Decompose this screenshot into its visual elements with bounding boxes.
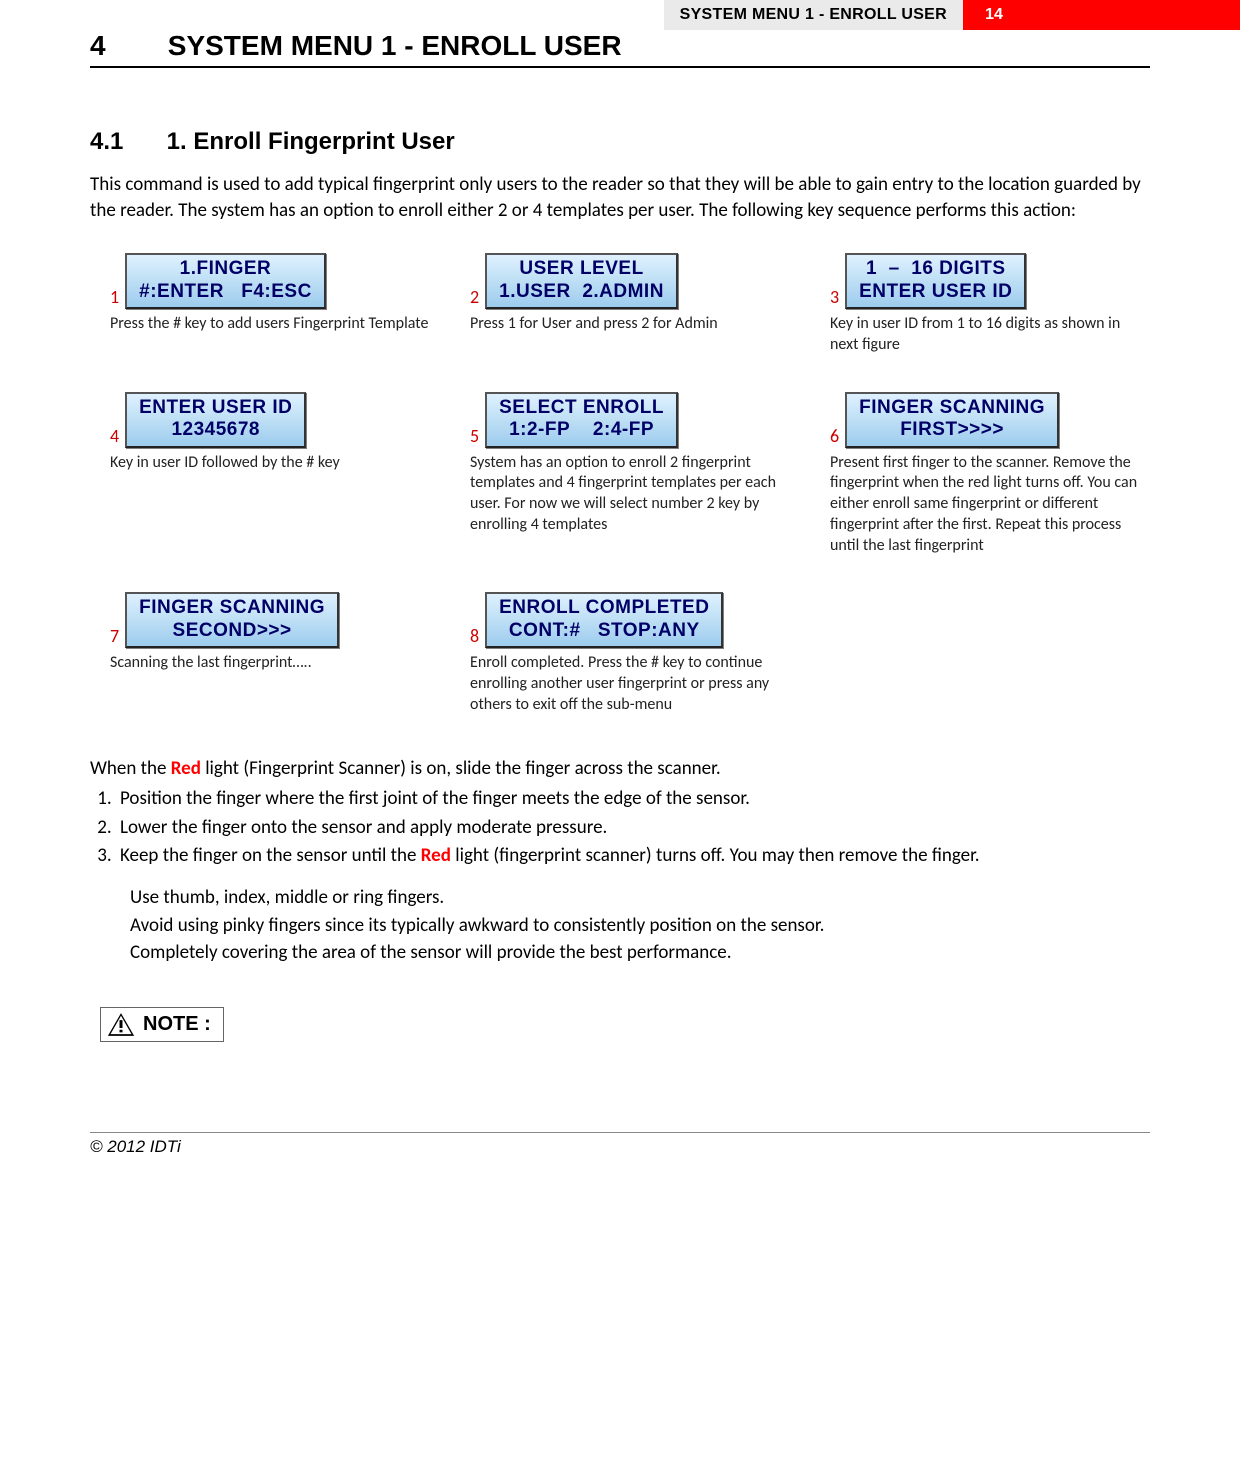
scanner-instructions: When the Red light (Fingerprint Scanner)… [90, 756, 1150, 967]
list-item: Position the finger where the first join… [116, 786, 1150, 813]
page-header: SYSTEM MENU 1 - ENROLL USER 14 [0, 0, 1240, 30]
step-number: 2 [470, 288, 479, 309]
text: Keep the finger on the sensor until the [120, 844, 421, 867]
step-caption: Press the # key to add users Fingerprint… [110, 314, 430, 335]
step-number: 4 [110, 427, 119, 448]
red-highlight: Red [421, 844, 451, 867]
step-2: 2 USER LEVEL 1.USER 2.ADMIN Press 1 for … [470, 253, 790, 355]
lcd-display: FINGER SCANNING FIRST>>>> [845, 392, 1059, 448]
lcd-display: 1.FINGER #:ENTER F4:ESC [125, 253, 326, 309]
tip-line: Completely covering the area of the sens… [130, 939, 1150, 967]
lcd-display: USER LEVEL 1.USER 2.ADMIN [485, 253, 678, 309]
step-number: 7 [110, 627, 119, 648]
chapter-number: 4 [90, 30, 160, 62]
step-7: 7 FINGER SCANNING SECOND>>> Scanning the… [110, 592, 430, 715]
intro-paragraph: This command is used to add typical fing… [90, 172, 1150, 223]
step-number: 5 [470, 427, 479, 448]
header-section-title: SYSTEM MENU 1 - ENROLL USER [664, 0, 963, 30]
header-spacer [0, 0, 664, 30]
numbered-list: Position the finger where the first join… [116, 786, 1150, 870]
page-footer: © 2012 IDTi [90, 1132, 1150, 1157]
text: light (fingerprint scanner) turns off. Y… [451, 844, 980, 867]
step-8: 8 ENROLL COMPLETED CONT:# STOP:ANY Enrol… [470, 592, 790, 715]
step-3: 3 1 – 16 DIGITS ENTER USER ID Key in use… [830, 253, 1150, 355]
section-number: 4.1 [90, 128, 160, 156]
note-box: NOTE : [100, 1007, 224, 1042]
step-number: 3 [830, 288, 839, 309]
note-label: NOTE : [143, 1013, 211, 1036]
step-caption: System has an option to enroll 2 fingerp… [470, 453, 790, 536]
step-6: 6 FINGER SCANNING FIRST>>>> Present firs… [830, 392, 1150, 557]
lcd-display: SELECT ENROLL 1:2-FP 2:4-FP [485, 392, 678, 448]
step-caption: Key in user ID followed by the # key [110, 453, 430, 474]
steps-grid: 1 1.FINGER #:ENTER F4:ESC Press the # ke… [110, 253, 1150, 715]
section-heading: 4.1 1. Enroll Fingerprint User [90, 128, 1150, 156]
text: When the [90, 757, 171, 780]
step-1: 1 1.FINGER #:ENTER F4:ESC Press the # ke… [110, 253, 430, 355]
step-caption: Scanning the last fingerprint….. [110, 653, 430, 674]
lcd-display: ENTER USER ID 12345678 [125, 392, 306, 448]
header-red-tail [1025, 0, 1240, 30]
lcd-display: 1 – 16 DIGITS ENTER USER ID [845, 253, 1026, 309]
chapter-title: SYSTEM MENU 1 - ENROLL USER [168, 30, 622, 61]
step-caption: Key in user ID from 1 to 16 digits as sh… [830, 314, 1150, 356]
tips-block: Use thumb, index, middle or ring fingers… [130, 884, 1150, 967]
header-page-number: 14 [963, 0, 1025, 30]
step-caption: Present first finger to the scanner. Rem… [830, 453, 1150, 557]
list-item: Lower the finger onto the sensor and app… [116, 815, 1150, 842]
chapter-heading: 4 SYSTEM MENU 1 - ENROLL USER [90, 30, 1150, 68]
step-caption: Enroll completed. Press the # key to con… [470, 653, 790, 715]
step-4: 4 ENTER USER ID 12345678 Key in user ID … [110, 392, 430, 557]
text: light (Fingerprint Scanner) is on, slide… [201, 757, 721, 780]
step-number: 8 [470, 627, 479, 648]
warning-icon [107, 1012, 135, 1037]
red-highlight: Red [171, 757, 201, 780]
tip-line: Use thumb, index, middle or ring fingers… [130, 884, 1150, 912]
step-number: 6 [830, 427, 839, 448]
step-number: 1 [110, 288, 119, 309]
lcd-display: FINGER SCANNING SECOND>>> [125, 592, 339, 648]
step-caption: Press 1 for User and press 2 for Admin [470, 314, 790, 335]
step-5: 5 SELECT ENROLL 1:2-FP 2:4-FP System has… [470, 392, 790, 557]
list-item: Keep the finger on the sensor until the … [116, 843, 1150, 870]
tip-line: Avoid using pinky fingers since its typi… [130, 912, 1150, 940]
lcd-display: ENROLL COMPLETED CONT:# STOP:ANY [485, 592, 723, 648]
section-title: 1. Enroll Fingerprint User [167, 128, 455, 155]
